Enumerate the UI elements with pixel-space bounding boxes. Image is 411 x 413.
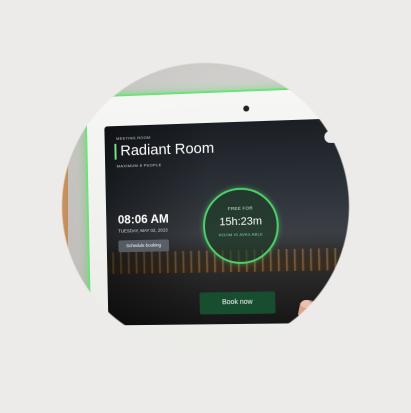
hand-finger-icon (298, 299, 405, 388)
room-name: Radiant Room (114, 140, 215, 160)
wall-backdrop: MEETING ROOM Radiant Room MAXIMUM 8 PEOP… (6, 6, 405, 407)
photo-scene: MEETING ROOM Radiant Room MAXIMUM 8 PEOP… (0, 0, 411, 413)
current-time: 08:06 AM (117, 211, 169, 227)
schedule-booking-button[interactable]: Schedule booking (118, 239, 170, 253)
nfc-label: (( NFC )) (128, 348, 172, 359)
status-label: FREE FOR (227, 205, 253, 212)
camera-icon (243, 105, 250, 112)
availability-text: ROOM IS AVAILABLE (218, 231, 264, 238)
tablet-screen: MEETING ROOM Radiant Room MAXIMUM 8 PEOP… (104, 117, 370, 326)
free-duration: 15h:23m (219, 215, 263, 229)
logo-chip: Amenity (324, 129, 360, 144)
book-now-button[interactable]: Book now (199, 291, 276, 315)
wood-panel (6, 6, 68, 407)
